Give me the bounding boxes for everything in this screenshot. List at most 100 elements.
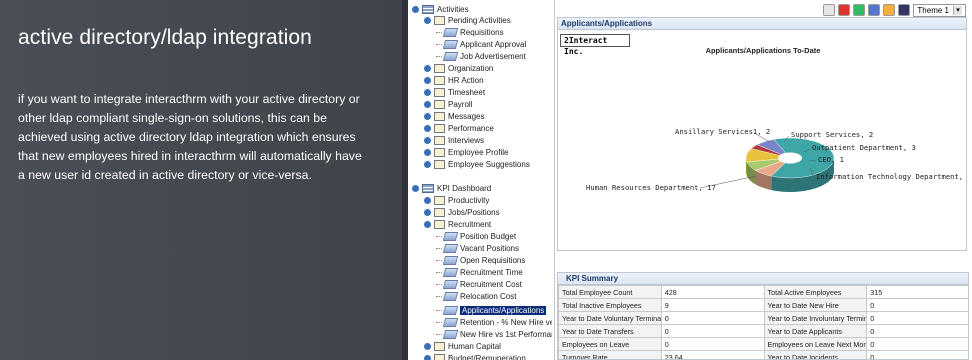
marketing-body: if you want to integrate interacthrm wit… bbox=[18, 92, 362, 182]
tree-item-label: Organization bbox=[448, 63, 494, 73]
tree-item[interactable]: Productivity bbox=[424, 194, 489, 206]
tree-item[interactable]: Budget/Remuneration bbox=[424, 352, 526, 360]
expand-toggle-icon[interactable] bbox=[424, 112, 431, 120]
tree-item[interactable]: Job Advertisement bbox=[436, 50, 526, 62]
expand-toggle-icon[interactable] bbox=[424, 136, 431, 144]
expand-toggle-icon[interactable] bbox=[412, 5, 419, 13]
tree-item[interactable]: Organization bbox=[424, 62, 493, 74]
kpi-value: 0 bbox=[866, 337, 968, 351]
tree-item-label: Requisitions bbox=[460, 27, 504, 37]
tree-item[interactable]: Relocation Cost bbox=[436, 290, 516, 302]
tree-item-label: Timesheet bbox=[448, 87, 486, 97]
tree-connector bbox=[436, 235, 442, 237]
tree-item[interactable]: Position Budget bbox=[436, 230, 516, 242]
report-icon bbox=[442, 329, 459, 339]
tree-item[interactable]: Recruitment bbox=[424, 218, 491, 230]
tree-item[interactable]: HR Action bbox=[424, 74, 484, 86]
tree-item-label: Employee Profile bbox=[448, 147, 509, 157]
folder-icon bbox=[434, 99, 445, 109]
tree-item[interactable]: New Hire vs 1st Performan bbox=[436, 328, 552, 340]
report-icon bbox=[442, 243, 459, 253]
tree-connector bbox=[436, 309, 442, 311]
grid-icon[interactable] bbox=[823, 4, 836, 16]
refresh-icon[interactable] bbox=[853, 4, 866, 16]
tree-item-label: Messages bbox=[448, 111, 485, 121]
tree-connector bbox=[436, 283, 442, 285]
expand-toggle-icon[interactable] bbox=[424, 16, 431, 24]
kpi-label: Turnover Rate bbox=[558, 350, 662, 359]
tree-item[interactable]: Employee Profile bbox=[424, 146, 508, 158]
pie-slice-label: Human Resources Department, 17 bbox=[586, 183, 716, 192]
report-icon bbox=[442, 305, 459, 315]
expand-toggle-icon[interactable] bbox=[424, 354, 431, 360]
tree-item[interactable]: Retention - % New Hire ver bbox=[436, 316, 552, 328]
tree-item-label: New Hire vs 1st Performan bbox=[460, 329, 552, 339]
tree-item-label: Recruitment bbox=[448, 219, 492, 229]
tree-item-label: Recruitment Time bbox=[460, 267, 523, 277]
report-icon bbox=[442, 27, 459, 37]
expand-toggle-icon[interactable] bbox=[424, 88, 431, 96]
tree-connector bbox=[436, 321, 442, 323]
expand-toggle-icon[interactable] bbox=[424, 76, 431, 84]
tree-item[interactable]: Applicant Approval bbox=[436, 38, 526, 50]
kpi-row: Total Inactive Employees 9 Year to Date Ne… bbox=[558, 298, 968, 312]
kpi-row: Turnover Rate 23.64 Year to Date Incidents… bbox=[558, 350, 968, 359]
tree-item[interactable]: Messages bbox=[424, 110, 484, 122]
tree-item-label: HR Action bbox=[448, 75, 484, 85]
pie-chart-icon[interactable] bbox=[838, 4, 851, 16]
kpi-label: Year to Date Involuntary Terminations bbox=[763, 311, 868, 325]
tree-item[interactable]: Open Requisitions bbox=[436, 254, 525, 266]
expand-toggle-icon[interactable] bbox=[412, 184, 419, 192]
tree-item[interactable]: Payroll bbox=[424, 98, 472, 110]
tree-item[interactable]: Human Capital bbox=[424, 340, 501, 352]
tree-item-label: Position Budget bbox=[460, 231, 517, 241]
tree-item[interactable]: Performance bbox=[424, 122, 494, 134]
kpi-label: Year to Date Voluntary Terminations bbox=[558, 311, 662, 325]
tree-item[interactable]: Interviews bbox=[424, 134, 484, 146]
report-icon bbox=[442, 317, 459, 327]
tree-item[interactable]: Employee Suggestions bbox=[424, 158, 530, 170]
tree-item-label: Activities bbox=[437, 4, 469, 14]
tree-item[interactable]: KPI Dashboard bbox=[412, 182, 491, 194]
tree-item[interactable]: Recruitment Time bbox=[436, 266, 523, 278]
expand-toggle-icon[interactable] bbox=[424, 160, 431, 168]
tree-item-label: Payroll bbox=[448, 99, 473, 109]
tree-item-label: Job Advertisement bbox=[460, 51, 526, 61]
kpi-value: 0 bbox=[866, 298, 968, 312]
folder-icon bbox=[434, 341, 445, 351]
edit-icon[interactable] bbox=[883, 4, 896, 16]
tree-connector bbox=[436, 247, 442, 249]
kpi-table: Total Employee Count 428 Total Active Empl… bbox=[558, 285, 968, 359]
tree-item-label: Applicants/Applications bbox=[460, 305, 547, 315]
tree-item[interactable]: Jobs/Positions bbox=[424, 206, 500, 218]
expand-toggle-icon[interactable] bbox=[424, 220, 431, 228]
expand-toggle-icon[interactable] bbox=[424, 148, 431, 156]
expand-toggle-icon[interactable] bbox=[424, 342, 431, 350]
expand-toggle-icon[interactable] bbox=[424, 208, 431, 216]
folder-icon bbox=[434, 353, 445, 360]
pie-slice-label: Ansillary Services1, 2 bbox=[675, 127, 770, 136]
tree-item[interactable]: Vacant Positions bbox=[436, 242, 519, 254]
tree-item[interactable]: Timesheet bbox=[424, 86, 485, 98]
export-icon[interactable] bbox=[898, 4, 911, 16]
kpi-row: Employees on Leave 0 Employees on Leave Ne… bbox=[558, 337, 968, 351]
tree-item[interactable]: Recruitment Cost bbox=[436, 278, 522, 290]
tree-item[interactable]: Requisitions bbox=[436, 26, 504, 38]
tree-item-label: Employee Suggestions bbox=[448, 159, 530, 169]
tree-item[interactable]: Applicants/Applications bbox=[436, 304, 547, 316]
expand-toggle-icon[interactable] bbox=[424, 100, 431, 108]
report-icon bbox=[442, 279, 459, 289]
report-icon bbox=[442, 267, 459, 277]
pie-slice-label: Outpatient Department, 3 bbox=[812, 143, 916, 152]
report-icon bbox=[442, 231, 459, 241]
theme-select[interactable]: Theme 1 ▾ bbox=[913, 3, 966, 17]
expand-toggle-icon[interactable] bbox=[424, 64, 431, 72]
folder-icon bbox=[434, 75, 445, 85]
expand-toggle-icon[interactable] bbox=[424, 196, 431, 204]
tree-item-label: Budget/Remuneration bbox=[448, 353, 526, 360]
tree-item[interactable]: Pending Activities bbox=[424, 14, 511, 26]
print-icon[interactable] bbox=[868, 4, 881, 16]
navigation-tree: Activities Pending Activities Requisitions… bbox=[408, 0, 552, 360]
module-icon bbox=[422, 4, 434, 14]
expand-toggle-icon[interactable] bbox=[424, 124, 431, 132]
